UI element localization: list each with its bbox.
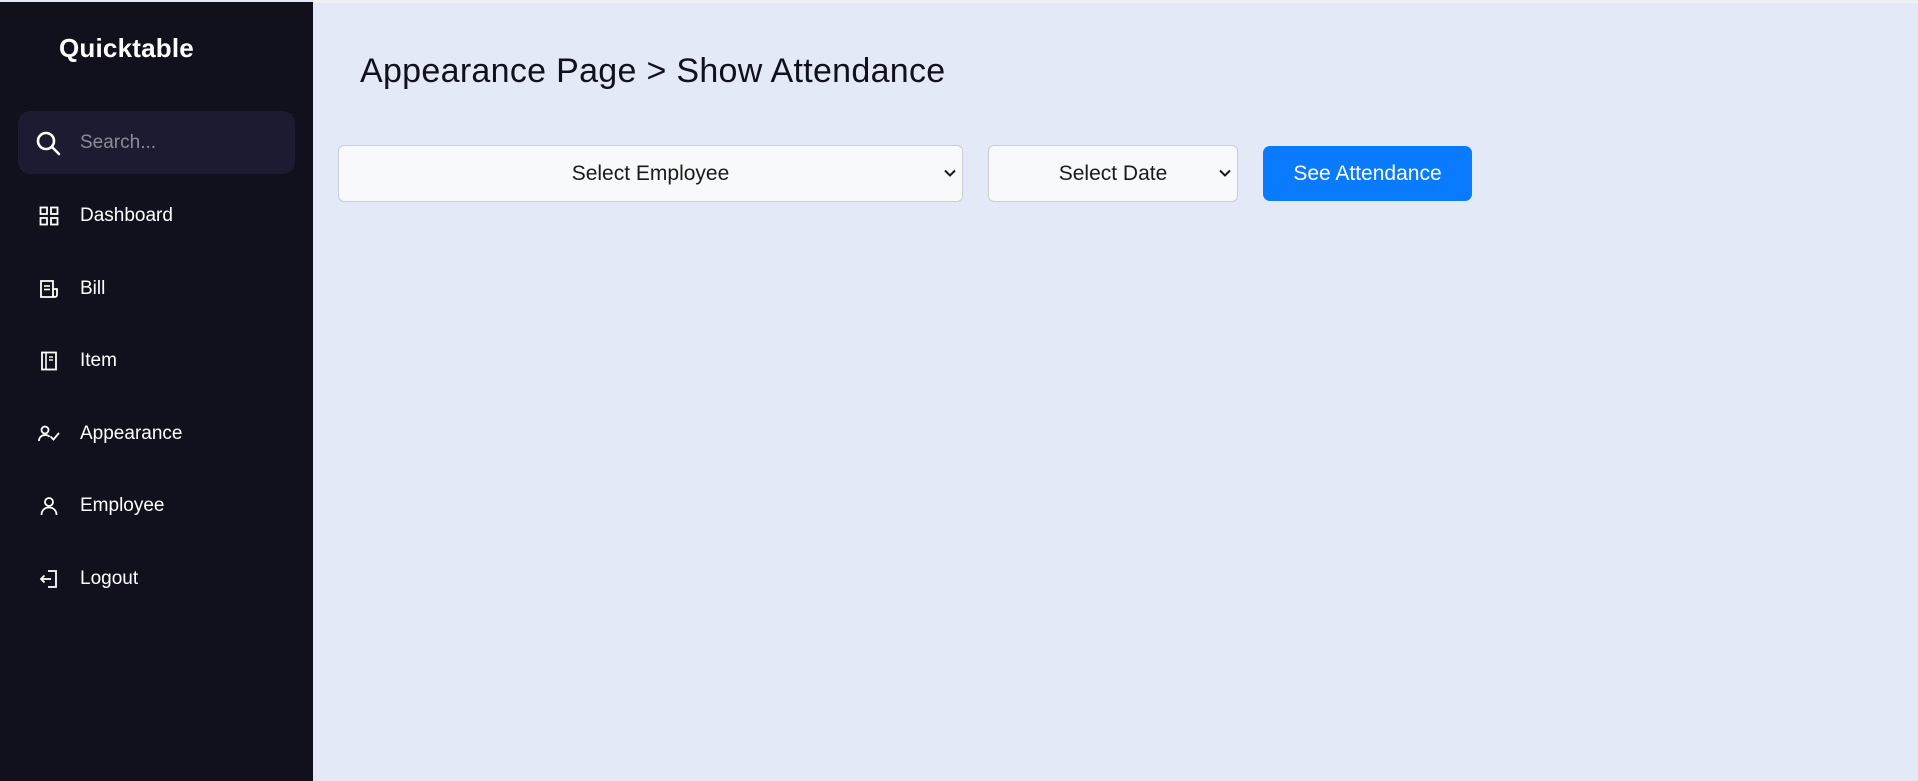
sidebar-item-item[interactable]: Item [0,325,313,398]
receipt-icon [38,278,60,300]
grid-icon [38,205,60,227]
sidebar-item-label: Dashboard [80,205,173,227]
sidebar-item-label: Logout [80,567,139,589]
sidebar-item-label: Bill [80,277,106,299]
sidebar-nav: Dashboard Bill Item Appearance Employee … [0,180,313,615]
sidebar-item-bill[interactable]: Bill [0,253,313,326]
see-attendance-button[interactable]: See Attendance [1263,146,1472,201]
brand-logo[interactable]: Quicktable [59,33,194,64]
logout-icon [38,568,60,590]
employee-select-wrapper: Select Employee [338,145,963,202]
sidebar-item-label: Employee [80,495,165,517]
sidebar: Quicktable Dash [0,2,313,781]
app-root: Quicktable Dash [0,0,1918,781]
user-check-icon [38,423,60,445]
date-select-wrapper: Select Date [988,145,1238,202]
notebook-icon [38,350,60,372]
sidebar-item-logout[interactable]: Logout [0,543,313,616]
sidebar-item-label: Item [80,350,117,372]
search-input[interactable] [80,111,285,174]
sidebar-item-dashboard[interactable]: Dashboard [0,180,313,253]
employee-select[interactable]: Select Employee [338,145,963,202]
user-icon [38,495,60,517]
sidebar-item-appearance[interactable]: Appearance [0,398,313,471]
sidebar-item-employee[interactable]: Employee [0,470,313,543]
top-divider [313,0,1918,3]
sidebar-item-label: Appearance [80,422,183,444]
search-icon[interactable] [35,130,61,156]
page-title: Appearance Page > Show Attendance [360,52,946,90]
date-select[interactable]: Select Date [988,145,1238,202]
sidebar-search[interactable] [18,111,295,174]
